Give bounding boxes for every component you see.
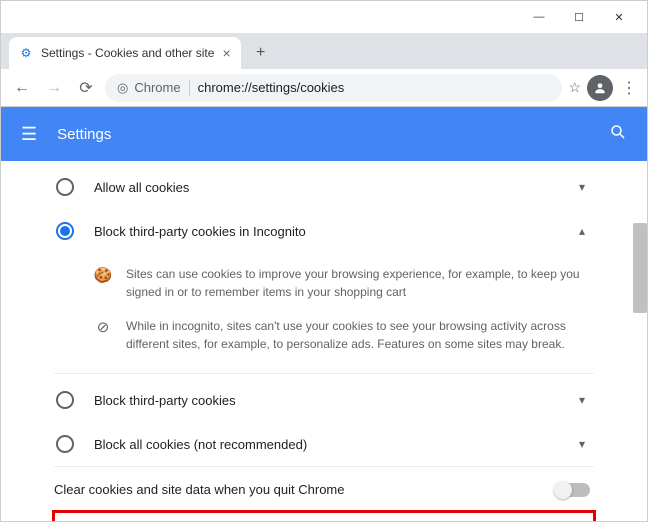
toolbar: ← → ⟳ ◎ Chrome chrome://settings/cookies… (1, 69, 647, 107)
chevron-down-icon[interactable]: ▾ (570, 437, 594, 451)
radio-icon (56, 178, 74, 196)
radio-label: Block third-party cookies (94, 393, 570, 408)
radio-block-all[interactable]: Block all cookies (not recommended) ▾ (54, 422, 594, 466)
page-title: Settings (57, 126, 111, 143)
settings-header: ☰ Settings (1, 107, 647, 161)
reload-button[interactable]: ⟳ (73, 75, 99, 101)
radio-label: Block third-party cookies in Incognito (94, 224, 570, 239)
profile-avatar[interactable] (587, 75, 613, 101)
hamburger-icon[interactable]: ☰ (21, 124, 37, 145)
radio-icon (56, 222, 74, 240)
toggle-clear-on-exit[interactable]: Clear cookies and site data when you qui… (54, 466, 594, 512)
radio-block-thirdparty[interactable]: Block third-party cookies ▾ (54, 378, 594, 422)
cookie-icon: 🍪 (94, 265, 112, 301)
tab-strip: ⚙ Settings - Cookies and other site × + (1, 33, 647, 69)
close-icon[interactable]: × (222, 45, 230, 61)
minimize-button[interactable]: — (519, 3, 559, 31)
description-text: Sites can use cookies to improve your br… (126, 265, 594, 301)
toggle-switch[interactable] (556, 483, 590, 497)
menu-icon[interactable]: ⋮ (619, 78, 639, 98)
bookmark-icon[interactable]: ☆ (568, 79, 581, 96)
chevron-down-icon[interactable]: ▾ (570, 393, 594, 407)
toggle-label: Clear cookies and site data when you qui… (54, 482, 556, 497)
scrollbar-thumb[interactable] (633, 223, 647, 313)
radio-icon (56, 391, 74, 409)
chevron-down-icon[interactable]: ▾ (570, 180, 594, 194)
radio-description: 🍪 Sites can use cookies to improve your … (54, 253, 594, 374)
radio-label: Allow all cookies (94, 180, 570, 195)
window-titlebar: — ☐ ✕ (1, 1, 647, 33)
gear-icon: ⚙ (19, 46, 33, 60)
address-bar[interactable]: ◎ Chrome chrome://settings/cookies (105, 74, 562, 102)
radio-allow-all[interactable]: Allow all cookies ▾ (54, 165, 594, 209)
description-text: While in incognito, sites can't use your… (126, 317, 594, 353)
block-icon: ⊘ (94, 317, 112, 353)
radio-icon (56, 435, 74, 453)
content-area: Allow all cookies ▾ Block third-party co… (1, 161, 647, 521)
url-text: chrome://settings/cookies (198, 80, 345, 95)
toggle-do-not-track[interactable]: Send a "Do Not Track" request with your … (54, 512, 594, 521)
forward-button[interactable]: → (41, 75, 67, 101)
maximize-button[interactable]: ☐ (559, 3, 599, 31)
new-tab-button[interactable]: + (247, 39, 275, 67)
search-icon[interactable] (609, 123, 627, 146)
chevron-up-icon[interactable]: ▴ (570, 224, 594, 238)
radio-label: Block all cookies (not recommended) (94, 437, 570, 452)
close-button[interactable]: ✕ (599, 3, 639, 31)
tab-settings[interactable]: ⚙ Settings - Cookies and other site × (9, 37, 241, 69)
chrome-icon: ◎ (117, 80, 128, 96)
radio-block-incognito[interactable]: Block third-party cookies in Incognito ▴ (54, 209, 594, 253)
tab-title: Settings - Cookies and other site (41, 46, 214, 60)
site-info: ◎ Chrome (117, 80, 190, 96)
back-button[interactable]: ← (9, 75, 35, 101)
